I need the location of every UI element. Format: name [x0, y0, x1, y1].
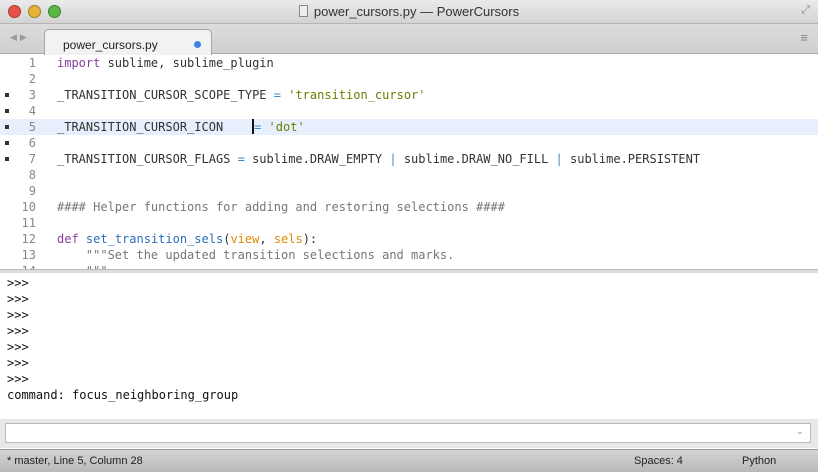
code-token: = — [273, 88, 281, 102]
console-line: command: focus_neighboring_group — [7, 388, 239, 402]
menu-icon[interactable]: ≡ — [800, 30, 808, 45]
document-icon — [298, 5, 308, 17]
code-line[interactable]: 4 — [0, 103, 818, 119]
code-line[interactable]: 12 def set_transition_sels(view, sels): — [0, 231, 818, 247]
code-line[interactable]: 1 import sublime, sublime_plugin — [0, 55, 818, 71]
code-token: import — [57, 56, 101, 70]
code-line[interactable]: 13 """Set the updated transition selecti… — [0, 247, 818, 263]
console-line: >>> — [7, 372, 29, 386]
line-number: 4 — [28, 104, 36, 118]
code-token: _TRANSITION_CURSOR_ICON — [57, 120, 253, 134]
code-text: import sublime, sublime_plugin — [57, 55, 274, 71]
code-token: = — [237, 152, 245, 166]
code-token: | — [389, 152, 397, 166]
line-number: 11 — [21, 216, 36, 230]
fullscreen-icon[interactable]: ⤢ — [801, 4, 810, 17]
code-token: set_transition_sels — [85, 232, 224, 246]
line-number: 2 — [28, 72, 36, 86]
indentation-setting[interactable]: Spaces: 4 — [634, 455, 683, 467]
code-token: def — [57, 232, 79, 246]
title-bar: power_cursors.py — PowerCursors ⤢ — [0, 0, 818, 24]
line-number: 3 — [28, 88, 36, 102]
console-line: >>> — [7, 324, 29, 338]
line-number: 5 — [28, 120, 36, 134]
chevron-down-icon[interactable]: ⌄ — [796, 426, 804, 437]
code-line[interactable]: 3 _TRANSITION_CURSOR_SCOPE_TYPE = 'transi… — [0, 87, 818, 103]
code-line[interactable]: 9 — [0, 183, 818, 199]
code-line[interactable]: 8 — [0, 167, 818, 183]
code-line[interactable]: 11 — [0, 215, 818, 231]
line-number: 12 — [21, 232, 36, 246]
code-token: sublime, sublime_plugin — [100, 56, 274, 70]
tab-bar: ◀▶ power_cursors.py ≡ — [0, 24, 818, 55]
window-title-text: power_cursors.py — PowerCursors — [313, 4, 520, 19]
code-token: """Set the updated transition selections… — [57, 248, 455, 262]
status-position: * master, Line 5, Column 28 — [7, 455, 143, 467]
console-input[interactable]: ⌄ — [5, 423, 811, 443]
console-line: >>> — [7, 292, 29, 306]
console-input-bar: ⌄ — [0, 419, 818, 448]
code-token: 'dot' — [268, 120, 305, 134]
code-text: def set_transition_sels(view, sels): — [57, 231, 317, 247]
console-line: >>> — [7, 276, 29, 290]
code-line[interactable]: 7 _TRANSITION_CURSOR_FLAGS = sublime.DRAW… — [0, 151, 818, 167]
code-token: sels — [273, 232, 303, 246]
console-output: >>> >>> >>> >>> >>> >>> >>> command: focus_neig… — [0, 273, 818, 419]
code-token: _TRANSITION_CURSOR_FLAGS — [57, 152, 238, 166]
code-line[interactable]: 5 _TRANSITION_CURSOR_ICON = 'dot' — [0, 119, 818, 135]
code-text: _TRANSITION_CURSOR_SCOPE_TYPE = 'transit… — [57, 87, 426, 103]
code-token: sublime.PERSISTENT — [562, 152, 701, 166]
tab-nav-arrows-icon[interactable]: ◀▶ — [10, 32, 30, 43]
line-number: 13 — [21, 248, 36, 262]
code-token: 'transition_cursor' — [288, 88, 426, 102]
line-number: 8 — [28, 168, 36, 182]
code-text: _TRANSITION_CURSOR_FLAGS = sublime.DRAW_… — [57, 151, 700, 167]
code-text: _TRANSITION_CURSOR_ICON = 'dot' — [57, 119, 305, 135]
code-token: view — [230, 232, 260, 246]
code-token: sublime.DRAW_NO_FILL — [396, 152, 556, 166]
code-token: ): — [302, 232, 318, 246]
console-line: >>> — [7, 356, 29, 370]
tab-power-cursors[interactable]: power_cursors.py — [44, 29, 212, 55]
line-number: 10 — [21, 200, 36, 214]
line-number: 9 — [28, 184, 36, 198]
code-line[interactable]: 10 #### Helper functions for adding and r… — [0, 199, 818, 215]
code-editor[interactable]: 1 import sublime, sublime_plugin 2 3 _TRANSI… — [0, 55, 818, 269]
code-text: #### Helper functions for adding and res… — [57, 199, 505, 215]
code-token: | — [555, 152, 563, 166]
code-line[interactable]: 2 — [0, 71, 818, 87]
code-text: """Set the updated transition selections… — [57, 247, 454, 263]
console-line: >>> — [7, 340, 29, 354]
code-token: _TRANSITION_CURSOR_SCOPE_TYPE — [57, 88, 274, 102]
syntax-selector[interactable]: Python — [742, 455, 776, 467]
console-line: >>> — [7, 308, 29, 322]
code-token: #### Helper functions for adding and res… — [57, 200, 505, 214]
line-number: 6 — [28, 136, 36, 150]
code-line[interactable]: 6 — [0, 135, 818, 151]
code-token: , — [259, 232, 274, 246]
code-token: sublime.DRAW_EMPTY — [244, 152, 390, 166]
modified-dot-icon[interactable] — [194, 41, 201, 48]
line-number: 7 — [28, 152, 36, 166]
tab-label: power_cursors.py — [63, 38, 158, 52]
line-number: 1 — [28, 56, 36, 70]
status-bar: * master, Line 5, Column 28 Spaces: 4 Py… — [0, 449, 818, 472]
window-title: power_cursors.py — PowerCursors — [0, 4, 818, 19]
